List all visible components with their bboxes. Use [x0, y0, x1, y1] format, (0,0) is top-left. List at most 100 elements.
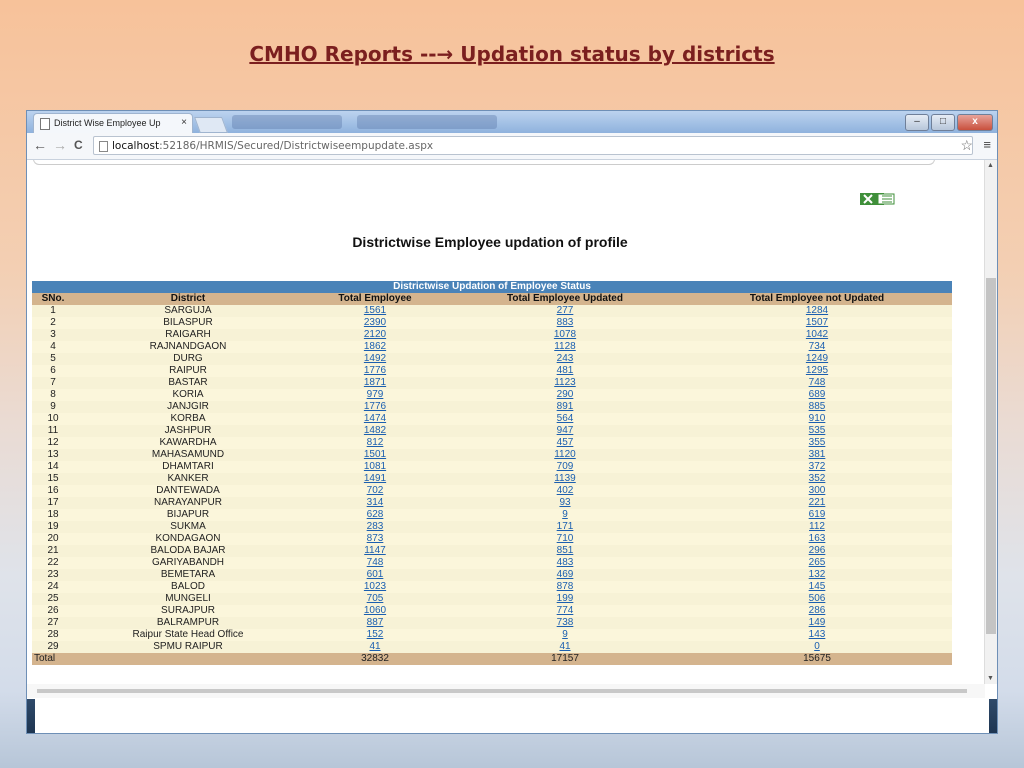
cell-updated-link[interactable]: 710: [557, 533, 574, 544]
cell-total-employee-link[interactable]: 41: [369, 641, 380, 652]
cell-updated-link[interactable]: 774: [557, 605, 574, 616]
cell-updated-link[interactable]: 199: [557, 593, 574, 604]
cell-not-updated-link[interactable]: 0: [814, 641, 820, 652]
cell-total-employee-link[interactable]: 702: [367, 485, 384, 496]
cell-total-employee-link[interactable]: 314: [367, 497, 384, 508]
menu-icon[interactable]: ≡: [983, 137, 991, 152]
cell-total-employee-link[interactable]: 1492: [364, 353, 386, 364]
cell-updated-link[interactable]: 481: [557, 365, 574, 376]
cell-not-updated-link[interactable]: 619: [809, 509, 826, 520]
cell-updated-link[interactable]: 277: [557, 305, 574, 316]
cell-total-employee-link[interactable]: 601: [367, 569, 384, 580]
cell-total-employee-link[interactable]: 1474: [364, 413, 386, 424]
cell-not-updated-link[interactable]: 885: [809, 401, 826, 412]
cell-updated-link[interactable]: 9: [562, 629, 568, 640]
cell-total-employee-link[interactable]: 1482: [364, 425, 386, 436]
cell-updated-link[interactable]: 290: [557, 389, 574, 400]
cell-not-updated-link[interactable]: 163: [809, 533, 826, 544]
cell-updated-link[interactable]: 709: [557, 461, 574, 472]
background-tab[interactable]: [232, 115, 342, 129]
cell-updated-link[interactable]: 483: [557, 557, 574, 568]
cell-updated-link[interactable]: 171: [557, 521, 574, 532]
forward-icon[interactable]: →: [53, 137, 67, 153]
cell-updated-link[interactable]: 1123: [554, 377, 576, 388]
cell-total-employee-link[interactable]: 2390: [364, 317, 386, 328]
cell-updated-link[interactable]: 93: [559, 497, 570, 508]
horizontal-scrollbar[interactable]: [27, 684, 985, 698]
cell-total-employee-link[interactable]: 628: [367, 509, 384, 520]
cell-total-employee-link[interactable]: 887: [367, 617, 384, 628]
cell-updated-link[interactable]: 891: [557, 401, 574, 412]
cell-total-employee-link[interactable]: 1776: [364, 401, 386, 412]
close-window-button[interactable]: x: [957, 114, 993, 131]
cell-total-employee-link[interactable]: 1501: [364, 449, 386, 460]
cell-not-updated-link[interactable]: 734: [809, 341, 826, 352]
cell-total-employee-link[interactable]: 1081: [364, 461, 386, 472]
browser-tab[interactable]: District Wise Employee Up ×: [33, 113, 193, 133]
scroll-down-icon[interactable]: ▼: [987, 675, 994, 682]
cell-total-employee-link[interactable]: 979: [367, 389, 384, 400]
cell-not-updated-link[interactable]: 1284: [806, 305, 828, 316]
cell-updated-link[interactable]: 878: [557, 581, 574, 592]
cell-not-updated-link[interactable]: 1507: [806, 317, 828, 328]
cell-updated-link[interactable]: 851: [557, 545, 574, 556]
new-tab-button[interactable]: [194, 117, 228, 133]
cell-total-employee-link[interactable]: 1491: [364, 473, 386, 484]
maximize-button[interactable]: □: [931, 114, 955, 131]
cell-not-updated-link[interactable]: 1249: [806, 353, 828, 364]
cell-not-updated-link[interactable]: 296: [809, 545, 826, 556]
scroll-thumb[interactable]: [37, 689, 967, 693]
cell-total-employee-link[interactable]: 1561: [364, 305, 386, 316]
tab-close-icon[interactable]: ×: [181, 117, 187, 128]
cell-updated-link[interactable]: 883: [557, 317, 574, 328]
cell-not-updated-link[interactable]: 1042: [806, 329, 828, 340]
cell-not-updated-link[interactable]: 352: [809, 473, 826, 484]
cell-updated-link[interactable]: 243: [557, 353, 574, 364]
cell-not-updated-link[interactable]: 265: [809, 557, 826, 568]
cell-not-updated-link[interactable]: 143: [809, 629, 826, 640]
background-tab[interactable]: [357, 115, 497, 129]
scroll-thumb[interactable]: [986, 278, 996, 634]
cell-total-employee-link[interactable]: 1060: [364, 605, 386, 616]
cell-not-updated-link[interactable]: 132: [809, 569, 826, 580]
cell-not-updated-link[interactable]: 689: [809, 389, 826, 400]
cell-total-employee-link[interactable]: 1147: [364, 545, 386, 556]
cell-updated-link[interactable]: 41: [559, 641, 570, 652]
excel-export-icon[interactable]: [860, 192, 896, 206]
cell-not-updated-link[interactable]: 372: [809, 461, 826, 472]
cell-updated-link[interactable]: 1128: [554, 341, 576, 352]
cell-updated-link[interactable]: 738: [557, 617, 574, 628]
cell-updated-link[interactable]: 1078: [554, 329, 576, 340]
cell-not-updated-link[interactable]: 221: [809, 497, 826, 508]
cell-not-updated-link[interactable]: 112: [809, 521, 825, 532]
url-input[interactable]: localhost:52186/HRMIS/Secured/Districtwi…: [93, 136, 973, 155]
cell-not-updated-link[interactable]: 1295: [806, 365, 828, 376]
cell-total-employee-link[interactable]: 1776: [364, 365, 386, 376]
bookmark-star-icon[interactable]: ☆: [960, 137, 973, 154]
cell-not-updated-link[interactable]: 381: [809, 449, 826, 460]
cell-updated-link[interactable]: 9: [562, 509, 568, 520]
cell-not-updated-link[interactable]: 149: [809, 617, 826, 628]
cell-total-employee-link[interactable]: 748: [367, 557, 384, 568]
cell-total-employee-link[interactable]: 152: [367, 629, 384, 640]
cell-not-updated-link[interactable]: 748: [809, 377, 826, 388]
reload-icon[interactable]: C: [74, 138, 83, 152]
cell-total-employee-link[interactable]: 2120: [364, 329, 386, 340]
vertical-scrollbar[interactable]: ▲ ▼: [984, 160, 997, 684]
scroll-up-icon[interactable]: ▲: [987, 162, 994, 169]
cell-not-updated-link[interactable]: 286: [809, 605, 826, 616]
cell-updated-link[interactable]: 564: [557, 413, 574, 424]
cell-not-updated-link[interactable]: 145: [809, 581, 826, 592]
cell-not-updated-link[interactable]: 535: [809, 425, 826, 436]
cell-total-employee-link[interactable]: 812: [367, 437, 384, 448]
cell-updated-link[interactable]: 947: [557, 425, 574, 436]
cell-updated-link[interactable]: 469: [557, 569, 574, 580]
cell-total-employee-link[interactable]: 705: [367, 593, 384, 604]
back-icon[interactable]: ←: [33, 137, 47, 153]
minimize-button[interactable]: –: [905, 114, 929, 131]
cell-total-employee-link[interactable]: 873: [367, 533, 384, 544]
cell-updated-link[interactable]: 402: [557, 485, 574, 496]
cell-not-updated-link[interactable]: 506: [809, 593, 826, 604]
cell-updated-link[interactable]: 1139: [554, 473, 576, 484]
cell-not-updated-link[interactable]: 300: [809, 485, 826, 496]
